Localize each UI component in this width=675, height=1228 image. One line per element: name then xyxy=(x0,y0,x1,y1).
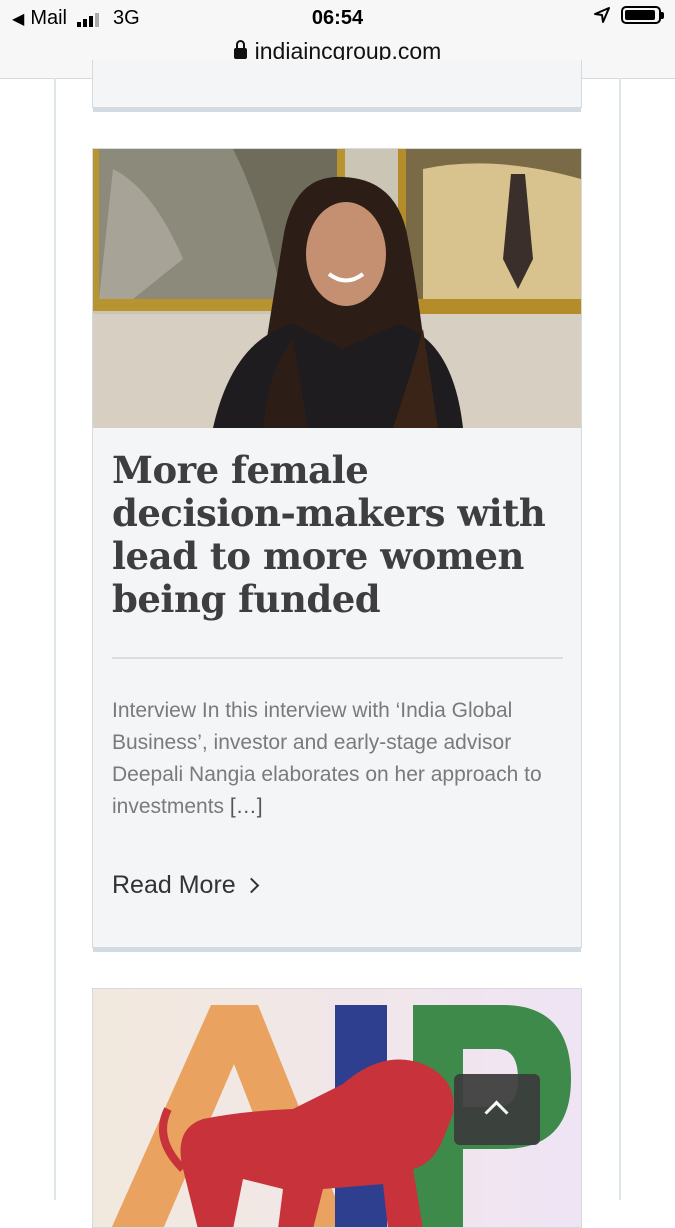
lock-icon xyxy=(233,40,247,59)
article-card[interactable]: More female decision-makers with lead to… xyxy=(92,148,582,952)
status-bar: ◀ Mail 3G 06:54 xyxy=(0,0,675,36)
card-shadow xyxy=(93,948,581,952)
article-photo-illustration xyxy=(93,149,581,428)
read-more-label: Read More xyxy=(112,871,236,899)
chevron-right-icon xyxy=(243,877,259,894)
chevron-up-icon xyxy=(484,1100,509,1125)
article-title[interactable]: More female decision-makers with lead to… xyxy=(112,449,552,621)
status-right xyxy=(593,6,664,24)
scroll-to-top-button[interactable] xyxy=(454,1074,540,1145)
excerpt-ellipsis: […] xyxy=(229,795,263,818)
status-time: 06:54 xyxy=(311,7,364,29)
page-frame-left xyxy=(54,78,56,1200)
card-shadow xyxy=(93,108,581,112)
excerpt-text: Interview In this interview with ‘India … xyxy=(112,699,542,818)
previous-article-card[interactable] xyxy=(92,60,582,112)
read-more-link[interactable]: Read More xyxy=(112,871,259,900)
title-divider xyxy=(112,657,563,659)
battery-icon xyxy=(621,6,664,24)
article-image[interactable] xyxy=(93,149,581,428)
location-arrow-icon xyxy=(594,7,610,23)
page-frame-right xyxy=(619,78,621,1200)
article-excerpt: Interview In this interview with ‘India … xyxy=(112,695,567,823)
